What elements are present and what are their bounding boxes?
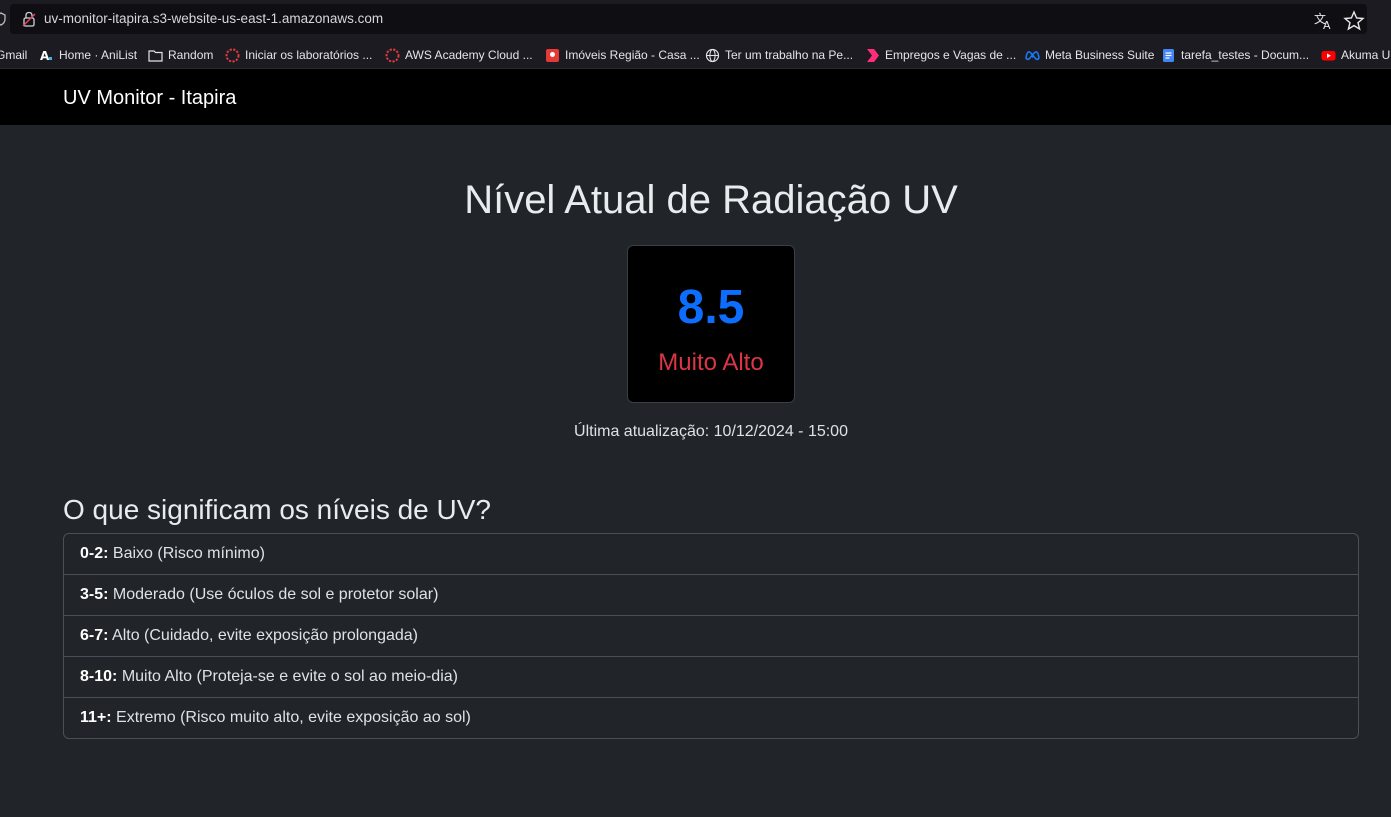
bookmark-trabalho[interactable]: Ter um trabalho na Pe... [705, 47, 853, 63]
level-description: Muito Alto (Proteja-se e evite o sol ao … [121, 668, 458, 685]
bookmark-anilist[interactable]: A Home · AniList [39, 47, 137, 63]
navbar-brand[interactable]: UV Monitor - Itapira [63, 87, 236, 110]
navbar: UV Monitor - Itapira [0, 69, 1391, 125]
folder-icon [148, 49, 163, 62]
svg-text:A: A [40, 49, 50, 63]
bookmark-gmail[interactable]: Gmail [0, 47, 27, 63]
aws-academy-icon [225, 48, 240, 62]
bookmark-label: Gmail [0, 48, 28, 62]
translate-icon[interactable]: 文 A [1313, 10, 1335, 32]
level-description: Moderado (Use óculos de sol e protetor s… [112, 586, 439, 603]
aws-academy-icon [385, 48, 400, 62]
uv-index-card: 8.5 Muito Alto [627, 245, 795, 403]
bookmark-label: Home · AniList [59, 48, 138, 62]
bookmark-label: Iniciar os laboratórios ... [245, 48, 373, 62]
bookmark-label: Meta Business Suite [1045, 48, 1155, 62]
globe-icon [705, 48, 720, 62]
youtube-icon [1321, 50, 1336, 60]
level-range: 0-2: [80, 545, 109, 562]
chevron-brand-icon [867, 48, 879, 62]
last-updated-label: Última atualização: [574, 423, 710, 440]
level-range: 8-10: [80, 668, 118, 685]
url-text: uv-monitor-itapira.s3-website-us-east-1.… [44, 11, 384, 26]
level-range: 6-7: [80, 627, 109, 644]
meta-icon [1025, 50, 1040, 60]
bookmark-imoveis[interactable]: Imóveis Região - Casa ... [545, 47, 700, 63]
anilist-icon: A [40, 49, 52, 63]
bookmark-tarefa-testes[interactable]: tarefa_testes - Docum... [1161, 47, 1309, 63]
google-docs-icon [1163, 48, 1174, 62]
last-updated: Última atualização: 10/12/2024 - 15:00 [0, 423, 1391, 441]
uv-level-label: Muito Alto [658, 349, 764, 376]
list-item: 0-2: Baixo (Risco mínimo) [64, 534, 1358, 575]
bookmark-label: Akuma U [1341, 48, 1391, 62]
bookmark-label: AWS Academy Cloud ... [405, 48, 533, 62]
map-pin-icon [546, 48, 559, 62]
level-description: Baixo (Risco mínimo) [112, 545, 265, 562]
address-bar-actions: 文 A [1313, 10, 1373, 34]
bookmark-label: Random [168, 48, 214, 62]
last-updated-value: 10/12/2024 - 15:00 [713, 423, 848, 440]
bookmark-label: Ter um trabalho na Pe... [725, 48, 854, 62]
lock-icon[interactable] [21, 10, 37, 28]
levels-section-title: O que significam os níveis de UV? [63, 494, 491, 525]
bookmark-aws-academy[interactable]: AWS Academy Cloud ... [385, 47, 533, 63]
svg-text:A: A [1323, 19, 1331, 32]
list-item: 3-5: Moderado (Use óculos de sol e prote… [64, 575, 1358, 616]
level-description: Alto (Cuidado, evite exposição prolongad… [112, 627, 418, 644]
bookmark-label: tarefa_testes - Docum... [1181, 48, 1310, 62]
page-title: Nível Atual de Radiação UV [464, 178, 958, 222]
bookmark-empregos[interactable]: Empregos e Vagas de ... [865, 47, 1016, 63]
level-range: 11+: [80, 709, 112, 726]
bookmark-label: Empregos e Vagas de ... [885, 48, 1017, 62]
uv-levels-list: 0-2: Baixo (Risco mínimo) 3-5: Moderado … [63, 533, 1359, 739]
bookmarks-bar: Gmail A Home · AniList Random Iniciar os… [0, 40, 1391, 69]
shield-icon[interactable] [0, 12, 6, 26]
browser-address-bar: uv-monitor-itapira.s3-website-us-east-1.… [0, 0, 1391, 40]
list-item: 6-7: Alto (Cuidado, evite exposição prol… [64, 616, 1358, 657]
bookmark-star-icon[interactable] [1343, 10, 1365, 32]
bookmark-label: Imóveis Região - Casa ... [565, 48, 700, 62]
list-item: 11+: Extremo (Risco muito alto, evite ex… [64, 698, 1358, 738]
url-field[interactable]: uv-monitor-itapira.s3-website-us-east-1.… [10, 4, 1367, 34]
uv-index-value: 8.5 [677, 281, 745, 334]
bookmark-iniciar-laboratorios[interactable]: Iniciar os laboratórios ... [225, 47, 372, 63]
level-description: Extremo (Risco muito alto, evite exposiç… [116, 709, 471, 726]
bookmark-random-folder[interactable]: Random [148, 47, 213, 63]
list-item: 8-10: Muito Alto (Proteja-se e evite o s… [64, 657, 1358, 698]
level-range: 3-5: [80, 586, 109, 603]
bookmark-akuma[interactable]: Akuma U [1321, 47, 1390, 63]
bookmark-meta-business[interactable]: Meta Business Suite [1025, 47, 1154, 63]
